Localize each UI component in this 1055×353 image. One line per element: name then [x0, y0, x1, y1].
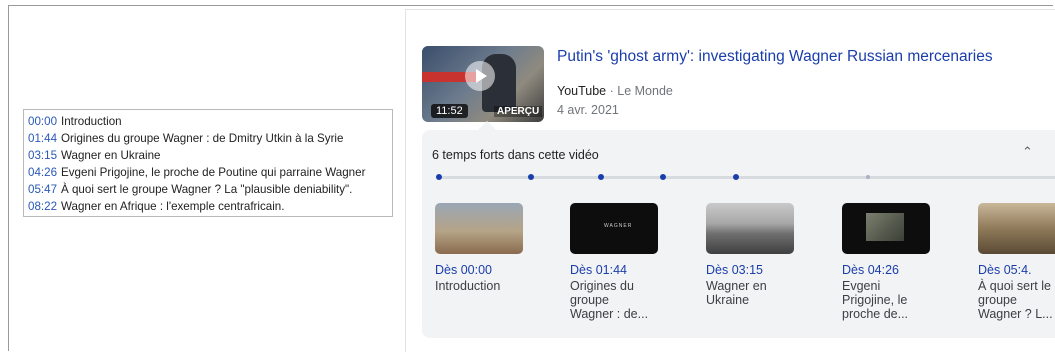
- chapter-row[interactable]: 04:26 Evgeni Prigojine, le proche de Pout…: [28, 164, 388, 181]
- moment-label: Origines du groupe Wagner : de...: [570, 279, 649, 321]
- chapter-label: Introduction: [61, 115, 122, 128]
- moment-timestamp[interactable]: Dès 00:00: [435, 263, 555, 277]
- key-moment-card[interactable]: Dès 00:00 Introduction: [435, 203, 555, 293]
- chapter-row[interactable]: 00:00 Introduction: [28, 113, 388, 130]
- key-moments-heading: 6 temps forts dans cette vidéo: [432, 148, 599, 162]
- key-moment-card[interactable]: Dès 04:26 Evgeni Prigojine, le proche de…: [842, 203, 962, 321]
- moment-timestamp[interactable]: Dès 01:44: [570, 263, 690, 277]
- timeline-marker[interactable]: [436, 174, 442, 180]
- moment-timestamp[interactable]: Dès 03:15: [706, 263, 826, 277]
- key-moments-panel: 6 temps forts dans cette vidéo ⌃ Dès 00:…: [422, 130, 1055, 338]
- chapter-label: Wagner en Afrique : l'exemple centrafric…: [61, 200, 285, 213]
- chapter-row[interactable]: 05:47 À quoi sert le groupe Wagner ? La "…: [28, 181, 388, 198]
- video-source: YouTube · Le Monde: [557, 84, 673, 98]
- source-separator: ·: [609, 84, 614, 98]
- timeline-marker[interactable]: [866, 175, 870, 179]
- timeline-marker[interactable]: [528, 174, 534, 180]
- moment-thumbnail[interactable]: [978, 203, 1055, 254]
- chapter-timestamp[interactable]: 05:47: [28, 183, 57, 196]
- chapter-timestamp[interactable]: 04:26: [28, 166, 57, 179]
- play-icon[interactable]: [465, 61, 495, 91]
- key-moment-card[interactable]: Dès 05:4. À quoi sert le groupe Wagner ?…: [978, 203, 1055, 321]
- moment-thumbnail[interactable]: [706, 203, 794, 254]
- chapter-timestamp[interactable]: 01:44: [28, 132, 57, 145]
- duration-badge: 11:52: [431, 104, 468, 118]
- chapter-timestamp[interactable]: 08:22: [28, 200, 57, 213]
- moment-label: Wagner en Ukraine: [706, 279, 767, 307]
- video-title-link[interactable]: Putin's 'ghost army': investigating Wagn…: [557, 48, 993, 66]
- moment-timestamp[interactable]: Dès 05:4.: [978, 263, 1055, 277]
- chapter-timestamp[interactable]: 00:00: [28, 115, 57, 128]
- source-name: YouTube: [557, 84, 607, 98]
- timeline-bar[interactable]: [436, 174, 1055, 180]
- chapter-row[interactable]: 03:15 Wagner en Ukraine: [28, 147, 388, 164]
- moment-label: Evgeni Prigojine, le proche de...: [842, 279, 909, 321]
- key-moment-card[interactable]: WAGNER Dès 01:44 Origines du groupe Wagn…: [570, 203, 690, 321]
- chapter-label: Evgeni Prigojine, le proche de Poutine q…: [61, 166, 366, 179]
- thumbnail-photo: [866, 213, 904, 241]
- timeline-marker[interactable]: [733, 174, 739, 180]
- video-thumbnail[interactable]: 11:52 APERÇU: [422, 46, 544, 122]
- moment-label: À quoi sert le groupe Wagner ? L...: [978, 279, 1053, 321]
- chapter-timestamp[interactable]: 03:15: [28, 149, 57, 162]
- chapter-row[interactable]: 01:44 Origines du groupe Wagner : de Dmit…: [28, 130, 388, 147]
- chapter-label: À quoi sert le groupe Wagner ? La "plaus…: [61, 183, 353, 196]
- video-result-card: 11:52 APERÇU Putin's 'ghost army': inves…: [405, 9, 1055, 352]
- chevron-up-icon[interactable]: ⌃: [1022, 144, 1033, 160]
- chapter-label: Wagner en Ukraine: [61, 149, 161, 162]
- moment-timestamp[interactable]: Dès 04:26: [842, 263, 962, 277]
- moment-thumbnail[interactable]: [842, 203, 930, 254]
- chapter-list: 00:00 Introduction 01:44 Origines du group…: [23, 109, 393, 217]
- moment-label: Introduction: [435, 279, 501, 293]
- chapter-row[interactable]: 08:22 Wagner en Afrique : l'exemple centr…: [28, 198, 388, 215]
- video-date: 4 avr. 2021: [557, 103, 619, 117]
- channel-name: Le Monde: [617, 84, 673, 98]
- chapter-label: Origines du groupe Wagner : de Dmitry Ut…: [61, 132, 344, 145]
- timeline-marker[interactable]: [660, 174, 666, 180]
- timeline-marker[interactable]: [598, 174, 604, 180]
- moment-thumbnail[interactable]: [435, 203, 523, 254]
- moment-thumbnail[interactable]: WAGNER: [570, 203, 658, 254]
- thumbnail-text: WAGNER: [604, 223, 633, 229]
- panel-pointer: [478, 121, 496, 130]
- preview-badge: APERÇU: [494, 106, 543, 117]
- key-moment-card[interactable]: Dès 03:15 Wagner en Ukraine: [706, 203, 826, 307]
